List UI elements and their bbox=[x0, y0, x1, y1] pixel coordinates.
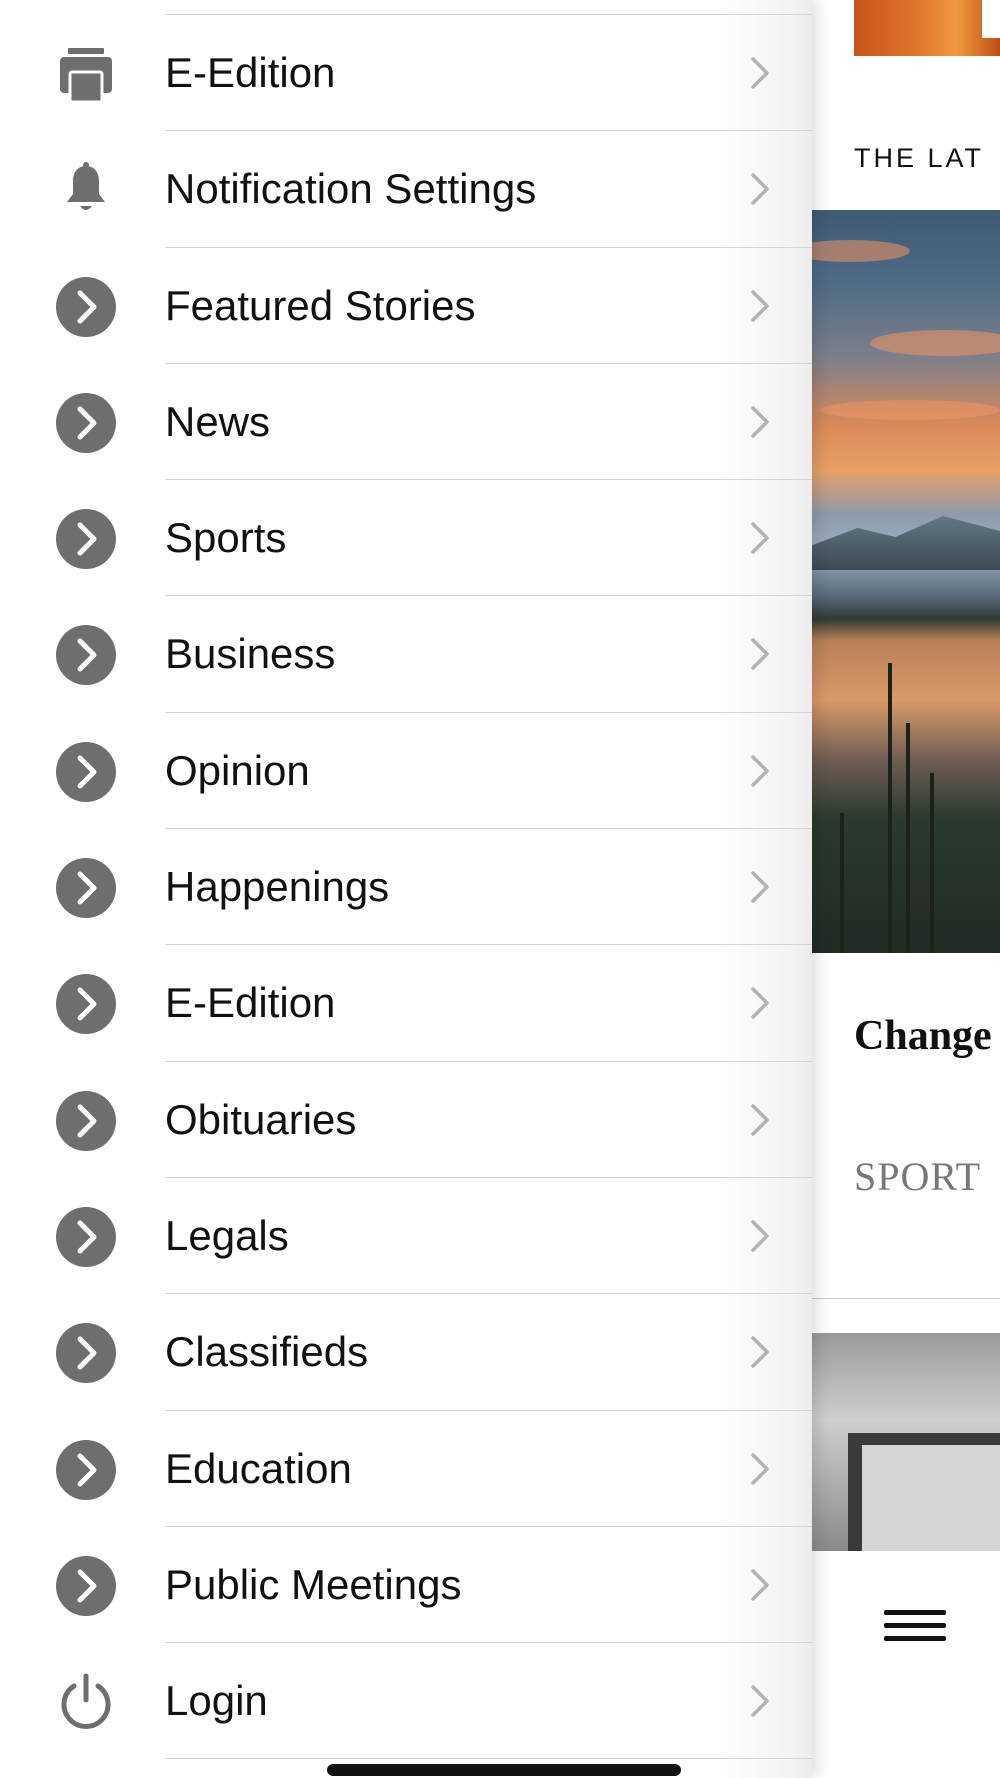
menu-item-label: E-Edition bbox=[165, 979, 336, 1027]
menu-item-label: Sports bbox=[165, 514, 287, 562]
menu-item-news[interactable]: News bbox=[0, 364, 812, 481]
mountain-shape bbox=[810, 516, 1000, 570]
menu-item-label: Business bbox=[165, 630, 336, 678]
menu-item-public-meetings[interactable]: Public Meetings bbox=[0, 1527, 812, 1644]
reed-shape bbox=[840, 813, 844, 953]
menu-item-notification-settings[interactable]: Notification Settings bbox=[0, 131, 812, 248]
chevron-right-icon bbox=[748, 983, 772, 1023]
menu-item-label: Happenings bbox=[165, 863, 390, 911]
chevron-right-icon bbox=[748, 1681, 772, 1721]
menu-item-classifieds[interactable]: Classifieds bbox=[0, 1294, 812, 1411]
chevron-circle-icon bbox=[56, 392, 116, 453]
menu-item-e-edition-top[interactable]: E-Edition bbox=[0, 15, 812, 132]
chevron-circle-icon bbox=[56, 1323, 116, 1384]
chevron-circle-icon bbox=[56, 974, 116, 1035]
menu-item-legals[interactable]: Legals bbox=[0, 1178, 812, 1295]
chevron-circle-icon bbox=[56, 741, 116, 802]
cloud-shape bbox=[810, 240, 910, 262]
chevron-right-icon bbox=[748, 867, 772, 907]
printer-icon bbox=[56, 44, 116, 104]
chevron-right-icon bbox=[748, 286, 772, 326]
chevron-right-icon bbox=[748, 1449, 772, 1489]
chevron-right-icon bbox=[748, 634, 772, 674]
article-headline[interactable]: Change bbox=[854, 1012, 992, 1060]
chevron-circle-icon bbox=[56, 858, 116, 919]
reed-shape bbox=[930, 773, 934, 953]
menu-item-label: Obituaries bbox=[165, 1095, 357, 1143]
reed-shape bbox=[906, 723, 910, 953]
chevron-circle-icon bbox=[56, 509, 116, 570]
bell-icon bbox=[56, 160, 116, 220]
menu-item-education[interactable]: Education bbox=[0, 1411, 812, 1528]
main-content-peek: THE LAT Change SPORT bbox=[810, 0, 1000, 1778]
menu-item-label: Featured Stories bbox=[165, 281, 476, 329]
chevron-right-icon bbox=[748, 518, 772, 558]
chevron-right-icon bbox=[748, 1565, 772, 1605]
chevron-right-icon bbox=[748, 402, 772, 442]
chevron-right-icon bbox=[748, 169, 772, 209]
menu-list: E-Edition Notification Settings Featured S… bbox=[0, 15, 812, 1760]
power-icon bbox=[56, 1672, 116, 1732]
chevron-right-icon bbox=[748, 1100, 772, 1140]
reed-shape bbox=[888, 663, 892, 953]
menu-item-obituaries[interactable]: Obituaries bbox=[0, 1062, 812, 1179]
menu-item-label: Notification Settings bbox=[165, 165, 537, 213]
content-divider bbox=[810, 1298, 1000, 1299]
article-image-top[interactable] bbox=[854, 0, 1000, 56]
cloud-shape bbox=[870, 330, 1000, 356]
menu-item-opinion[interactable]: Opinion bbox=[0, 713, 812, 830]
chevron-right-icon bbox=[748, 1216, 772, 1256]
menu-item-label: Public Meetings bbox=[165, 1560, 462, 1608]
menu-item-label: Opinion bbox=[165, 746, 310, 794]
menu-item-label: E-Edition bbox=[165, 49, 336, 96]
chevron-circle-icon bbox=[56, 1555, 116, 1616]
chevron-circle-icon bbox=[56, 1439, 116, 1500]
structure-shape bbox=[848, 1433, 1000, 1551]
menu-item-label: News bbox=[165, 397, 271, 445]
article-thumbnail-image[interactable] bbox=[810, 1333, 1000, 1551]
menu-item-happenings[interactable]: Happenings bbox=[0, 829, 812, 946]
chevron-circle-icon bbox=[56, 1206, 116, 1267]
chevron-circle-icon bbox=[56, 276, 116, 337]
article-hero-image[interactable] bbox=[810, 210, 1000, 953]
chevron-right-icon bbox=[748, 751, 772, 791]
chevron-circle-icon bbox=[56, 1090, 116, 1151]
hamburger-menu-icon[interactable] bbox=[884, 1610, 946, 1654]
menu-item-business[interactable]: Business bbox=[0, 596, 812, 714]
menu-item-sports[interactable]: Sports bbox=[0, 480, 812, 597]
home-indicator bbox=[327, 1764, 681, 1776]
article-section-tag: SPORT bbox=[854, 1154, 982, 1199]
menu-item-featured-stories[interactable]: Featured Stories bbox=[0, 248, 812, 365]
chevron-right-icon bbox=[748, 1332, 772, 1372]
cloud-shape bbox=[820, 400, 1000, 420]
app-screen: THE LAT Change SPORT E-Edition Notificati… bbox=[0, 0, 1000, 1778]
menu-item-e-edition[interactable]: E-Edition bbox=[0, 945, 812, 1062]
menu-item-login[interactable]: Login bbox=[0, 1643, 812, 1760]
menu-item-label: Legals bbox=[165, 1211, 289, 1259]
navigation-drawer: E-Edition Notification Settings Featured S… bbox=[0, 0, 812, 1778]
chevron-right-icon bbox=[748, 53, 772, 93]
chevron-circle-icon bbox=[56, 625, 116, 686]
menu-item-label: Education bbox=[165, 1444, 352, 1492]
menu-item-label: Login bbox=[165, 1677, 268, 1725]
menu-item-label: Classifieds bbox=[165, 1328, 369, 1376]
latest-section-heading: THE LAT bbox=[854, 143, 985, 173]
